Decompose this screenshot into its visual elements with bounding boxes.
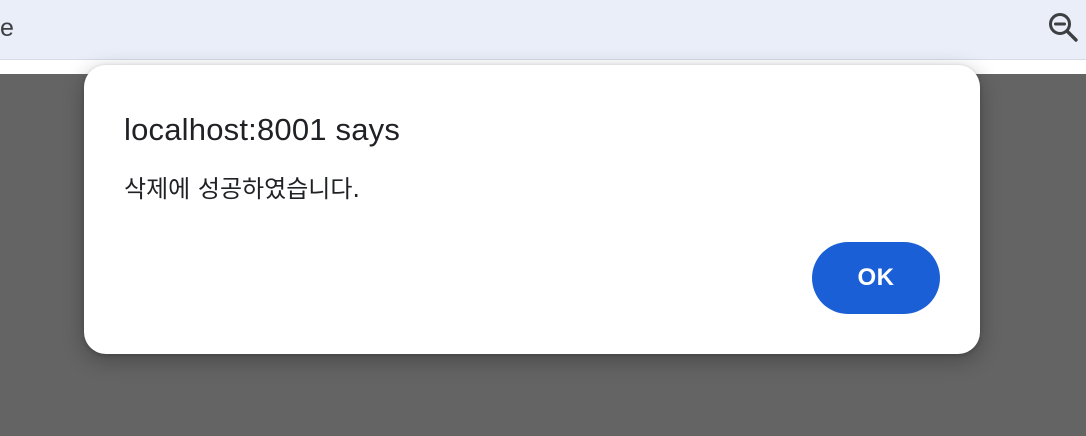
dialog-title: localhost:8001 says <box>124 112 401 147</box>
ok-button[interactable]: OK <box>812 242 940 314</box>
zoom-out-icon[interactable] <box>1046 10 1080 44</box>
browser-toolbar: e <box>0 0 1086 60</box>
address-bar-text[interactable]: e <box>0 13 14 43</box>
alert-dialog: localhost:8001 says 삭제에 성공하였습니다. OK <box>84 65 980 354</box>
zoom-out-icon-glyph <box>1049 13 1078 42</box>
dialog-message: 삭제에 성공하였습니다. <box>124 175 361 203</box>
